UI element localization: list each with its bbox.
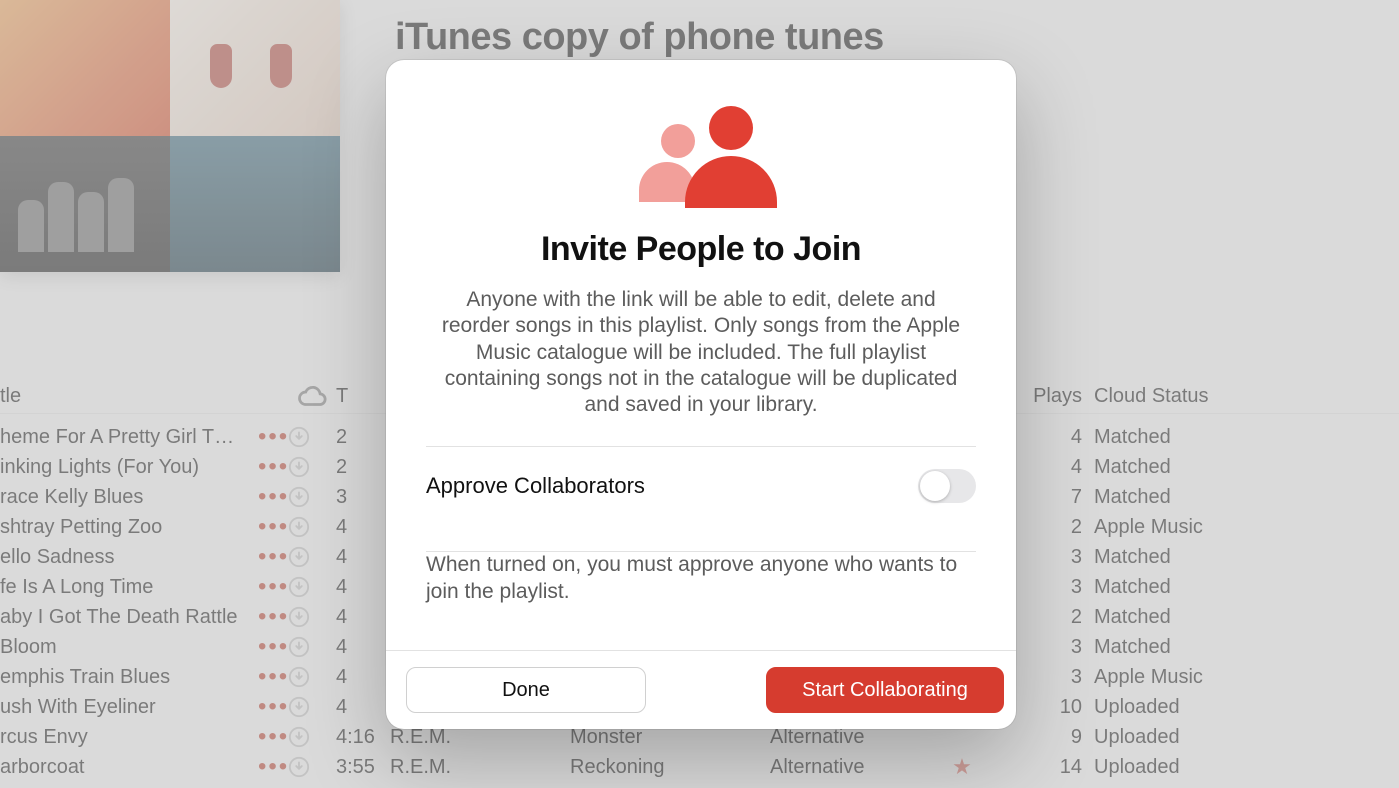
track-time: 4:16: [336, 726, 390, 749]
track-title: Bloom: [0, 636, 240, 659]
track-time: 4: [336, 696, 390, 719]
track-time: 4: [336, 666, 390, 689]
track-cloud-status: Matched: [1094, 606, 1284, 629]
more-icon[interactable]: •••: [240, 672, 288, 682]
col-cloud-status[interactable]: Cloud Status: [1094, 385, 1284, 408]
download-icon[interactable]: [288, 486, 336, 509]
track-title: arborcoat: [0, 756, 240, 779]
more-icon[interactable]: •••: [240, 432, 288, 442]
more-icon[interactable]: •••: [240, 642, 288, 652]
download-icon[interactable]: [288, 516, 336, 539]
track-genre: Alternative: [770, 756, 940, 779]
track-album: Reckoning: [570, 756, 770, 779]
download-icon[interactable]: [288, 426, 336, 449]
track-cloud-status: Matched: [1094, 426, 1284, 449]
track-title: emphis Train Blues: [0, 666, 240, 689]
track-cloud-status: Matched: [1094, 546, 1284, 569]
col-time[interactable]: T: [336, 385, 390, 408]
download-icon[interactable]: [288, 666, 336, 689]
track-time: 4: [336, 606, 390, 629]
track-plays: 9: [984, 726, 1094, 749]
track-cloud-status: Matched: [1094, 576, 1284, 599]
track-cloud-status: Uploaded: [1094, 696, 1284, 719]
cloud-icon: [297, 382, 327, 412]
track-artist: R.E.M.: [390, 756, 570, 779]
done-button[interactable]: Done: [406, 667, 646, 713]
track-cloud-status: Apple Music: [1094, 666, 1284, 689]
more-icon[interactable]: •••: [240, 732, 288, 742]
download-icon[interactable]: [288, 726, 336, 749]
more-icon[interactable]: •••: [240, 762, 288, 772]
track-time: 3:55: [336, 756, 390, 779]
track-title: inking Lights (For You): [0, 456, 240, 479]
download-icon[interactable]: [288, 456, 336, 479]
album-art: [170, 0, 340, 136]
track-cloud-status: Matched: [1094, 486, 1284, 509]
track-time: 4: [336, 636, 390, 659]
col-title[interactable]: tle: [0, 385, 240, 408]
track-title: race Kelly Blues: [0, 486, 240, 509]
download-icon[interactable]: [288, 756, 336, 779]
album-art: [170, 136, 340, 272]
track-title: heme For A Pretty Girl That...: [0, 426, 240, 449]
more-icon[interactable]: •••: [240, 462, 288, 472]
track-title: aby I Got The Death Rattle: [0, 606, 240, 629]
download-icon[interactable]: [288, 606, 336, 629]
track-time: 4: [336, 516, 390, 539]
track-time: 4: [336, 576, 390, 599]
album-art: [0, 0, 170, 136]
approve-collaborators-label: Approve Collaborators: [426, 473, 645, 499]
start-collaborating-button[interactable]: Start Collaborating: [766, 667, 1004, 713]
track-time: 4: [336, 546, 390, 569]
track-time: 2: [336, 426, 390, 449]
playlist-title: iTunes copy of phone tunes: [395, 16, 884, 59]
more-icon[interactable]: •••: [240, 702, 288, 712]
track-cloud-status: Apple Music: [1094, 516, 1284, 539]
more-icon[interactable]: •••: [240, 492, 288, 502]
download-icon[interactable]: [288, 696, 336, 719]
album-art: [0, 136, 170, 272]
track-time: 3: [336, 486, 390, 509]
approve-collaborators-toggle[interactable]: [918, 469, 976, 503]
approve-collaborators-description: When turned on, you must approve anyone …: [426, 552, 976, 629]
more-icon[interactable]: •••: [240, 552, 288, 562]
more-icon[interactable]: •••: [240, 582, 288, 592]
dialog-description: Anyone with the link will be able to edi…: [426, 287, 976, 418]
track-cloud-status: Matched: [1094, 636, 1284, 659]
track-title: ush With Eyeliner: [0, 696, 240, 719]
track-cloud-status: Matched: [1094, 456, 1284, 479]
people-icon: [621, 102, 781, 212]
col-cloud[interactable]: [288, 382, 336, 412]
download-icon[interactable]: [288, 546, 336, 569]
dialog-title: Invite People to Join: [426, 230, 976, 269]
track-title: ello Sadness: [0, 546, 240, 569]
download-icon[interactable]: [288, 636, 336, 659]
track-plays: 14: [984, 756, 1094, 779]
track-cloud-status: Uploaded: [1094, 756, 1284, 779]
track-title: rcus Envy: [0, 726, 240, 749]
more-icon[interactable]: •••: [240, 522, 288, 532]
track-cloud-status: Uploaded: [1094, 726, 1284, 749]
invite-collaborators-dialog: Invite People to Join Anyone with the li…: [386, 60, 1016, 729]
track-title: fe Is A Long Time: [0, 576, 240, 599]
download-icon[interactable]: [288, 576, 336, 599]
playlist-artwork-grid: [0, 0, 340, 272]
track-time: 2: [336, 456, 390, 479]
track-title: shtray Petting Zoo: [0, 516, 240, 539]
more-icon[interactable]: •••: [240, 612, 288, 622]
favorite-star-icon[interactable]: ★: [940, 754, 984, 780]
table-row[interactable]: arborcoat••• 3:55R.E.M.ReckoningAlternati…: [0, 752, 1399, 782]
